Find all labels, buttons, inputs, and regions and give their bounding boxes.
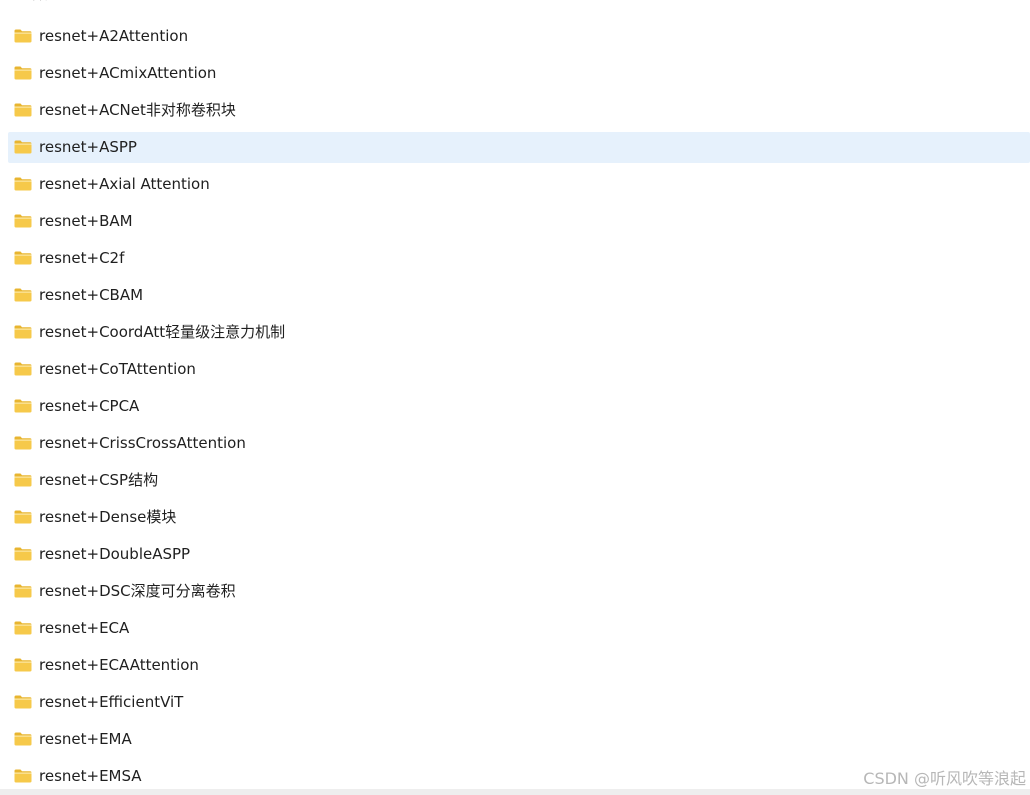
folder-icon (14, 620, 32, 635)
folder-row[interactable]: resnet+Axial Attention (0, 166, 1030, 203)
folder-name: resnet+CPCA (39, 397, 140, 415)
folder-icon (14, 250, 32, 265)
folder-name: resnet+EMSA (39, 767, 142, 785)
folder-icon (14, 176, 32, 191)
folder-icon (14, 435, 32, 450)
folder-name: resnet+BAM (39, 212, 133, 230)
folder-row[interactable]: resnet+DoubleASPP (0, 536, 1030, 573)
folder-row[interactable]: resnet+DSC深度可分离卷积 (0, 573, 1030, 610)
folder-icon (14, 398, 32, 413)
folder-name: resnet+ECA (39, 619, 130, 637)
folder-row[interactable]: resnet+ECAAttention (0, 647, 1030, 684)
folder-icon (14, 657, 32, 672)
folder-name: resnet+CrissCrossAttention (39, 434, 246, 452)
folder-name: resnet+ECAAttention (39, 656, 199, 674)
folder-row[interactable]: resnet+EMA (0, 721, 1030, 758)
folder-row[interactable]: resnet+CPCA (0, 388, 1030, 425)
folder-name: resnet+CBAM (39, 286, 144, 304)
folder-icon (14, 361, 32, 376)
folder-icon (14, 102, 32, 117)
folder-name: resnet+CoordAtt轻量级注意力机制 (39, 323, 286, 341)
folder-name: resnet+EMA (39, 730, 132, 748)
folder-icon (14, 139, 32, 154)
folder-name: resnet+ASPP (39, 138, 137, 156)
folder-icon (14, 472, 32, 487)
folder-icon (14, 213, 32, 228)
folder-row[interactable]: resnet+C2f (0, 240, 1030, 277)
folder-name: resnet+Axial Attention (39, 175, 210, 193)
folder-icon (14, 731, 32, 746)
folder-row[interactable]: resnet+ACmixAttention (0, 55, 1030, 92)
file-list: resnet+A2Attention resnet+ACmixAttention r… (0, 18, 1030, 795)
folder-row[interactable]: resnet+Dense模块 (0, 499, 1030, 536)
folder-row[interactable]: resnet+EfficientViT (0, 684, 1030, 721)
folder-icon (14, 768, 32, 783)
name-column-label: 名称 (30, 0, 56, 3)
folder-name: resnet+ACmixAttention (39, 64, 217, 82)
folder-name: resnet+DoubleASPP (39, 545, 191, 563)
folder-name: resnet+C2f (39, 249, 125, 267)
folder-row[interactable]: resnet+CSP结构 (0, 462, 1030, 499)
watermark: CSDN @听风吹等浪起 (863, 769, 1026, 788)
name-column-header[interactable]: 名称 (0, 0, 1030, 4)
folder-icon (14, 28, 32, 43)
folder-icon (14, 287, 32, 302)
folder-icon (14, 694, 32, 709)
folder-name: resnet+EfficientViT (39, 693, 184, 711)
folder-row[interactable]: resnet+CrissCrossAttention (0, 425, 1030, 462)
folder-name: resnet+CoTAttention (39, 360, 196, 378)
folder-icon (14, 324, 32, 339)
folder-name: resnet+A2Attention (39, 27, 189, 45)
folder-name: resnet+CSP结构 (39, 471, 159, 489)
folder-row[interactable]: resnet+ASPP (0, 129, 1030, 166)
folder-name: resnet+ACNet非对称卷积块 (39, 101, 236, 119)
folder-row[interactable]: resnet+ACNet非对称卷积块 (0, 92, 1030, 129)
folder-row[interactable]: resnet+CoTAttention (0, 351, 1030, 388)
folder-icon (14, 546, 32, 561)
folder-icon (14, 583, 32, 598)
folder-name: resnet+Dense模块 (39, 508, 177, 526)
folder-row[interactable]: resnet+A2Attention (0, 18, 1030, 55)
folder-row[interactable]: resnet+ECA (0, 610, 1030, 647)
folder-name: resnet+DSC深度可分离卷积 (39, 582, 236, 600)
horizontal-scrollbar[interactable] (0, 789, 1030, 795)
folder-icon (14, 65, 32, 80)
folder-icon (14, 509, 32, 524)
folder-row[interactable]: resnet+CBAM (0, 277, 1030, 314)
folder-row[interactable]: resnet+CoordAtt轻量级注意力机制 (0, 314, 1030, 351)
folder-row[interactable]: resnet+BAM (0, 203, 1030, 240)
